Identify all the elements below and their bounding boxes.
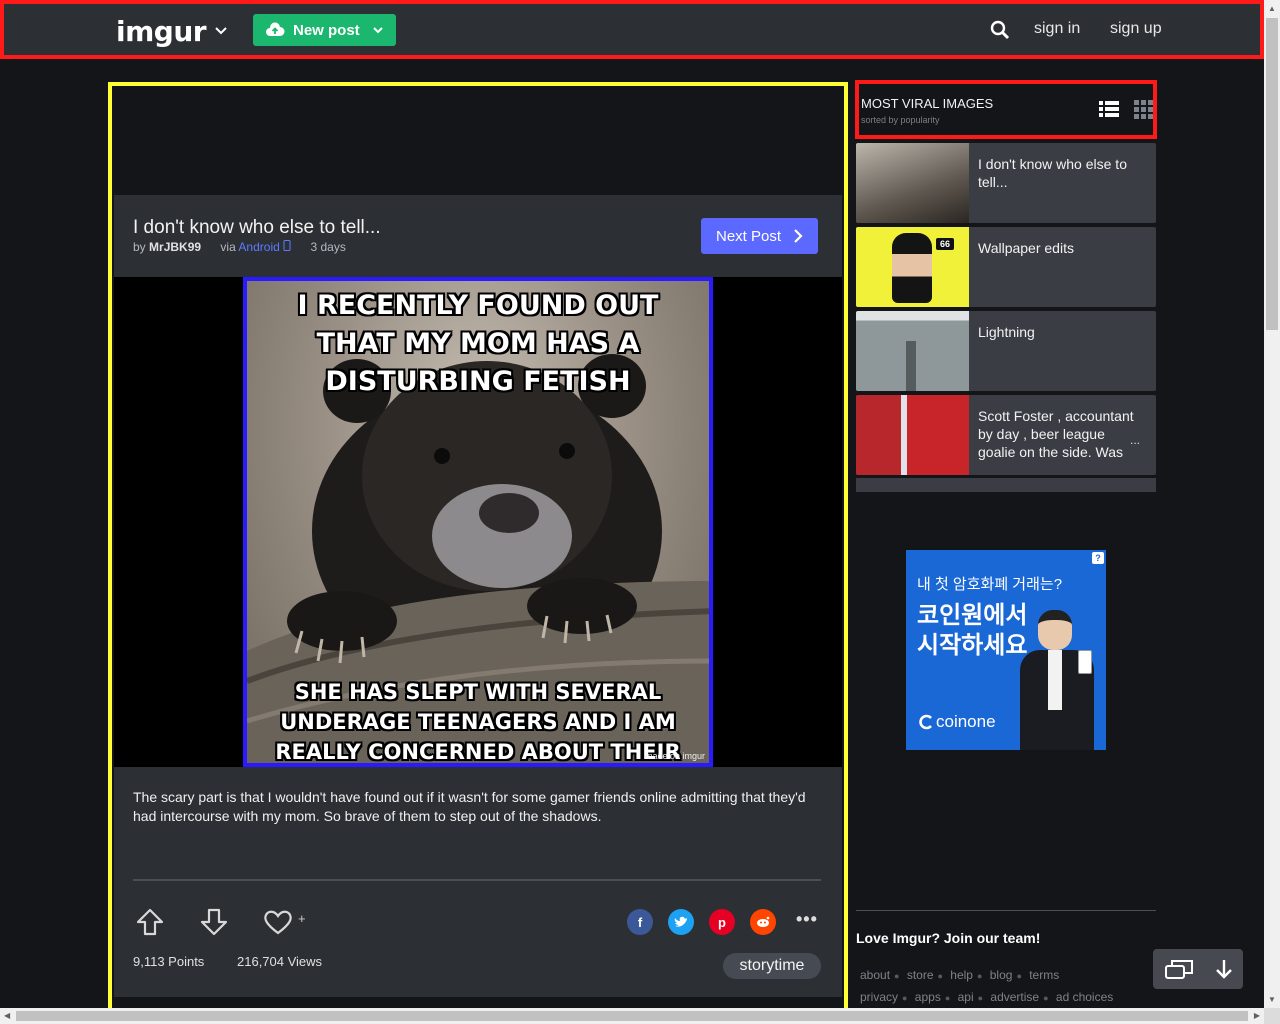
new-post-button[interactable]: New post xyxy=(253,14,396,46)
heart-icon[interactable] xyxy=(262,908,294,936)
ad-brand: coinone xyxy=(918,712,996,732)
sign-in-link[interactable]: sign in xyxy=(1034,20,1080,38)
upload-cloud-icon xyxy=(266,22,285,36)
next-post-button[interactable]: Next Post xyxy=(701,218,818,254)
sort-subtitle: sorted by popularity xyxy=(861,115,940,125)
meme-top-caption: I recently found out that my mom has a d… xyxy=(297,290,659,397)
imgur-logo[interactable]: imgur xyxy=(116,15,207,48)
viral-item-title: Lightning xyxy=(978,324,1035,340)
new-post-label: New post xyxy=(293,21,360,39)
most-viral-title: MOST VIRAL IMAGES xyxy=(861,96,994,111)
most-viral-header: MOST VIRAL IMAGES sorted by popularity xyxy=(855,80,1157,139)
scrollbar-thumb[interactable] xyxy=(16,1011,1248,1021)
post-description: The scary part is that I wouldn't have f… xyxy=(133,789,806,824)
via-platform-link[interactable]: Android xyxy=(238,240,279,254)
scroll-right-arrow-icon[interactable]: ▶ xyxy=(1254,1011,1260,1020)
advertisement[interactable]: ? 내 첫 암호화폐 거래는? 코인원에서 시작하세요 coinone xyxy=(906,550,1106,750)
footer-link-privacy[interactable]: privacy xyxy=(860,990,898,1004)
via-prefix: via xyxy=(220,240,236,254)
join-team-link[interactable]: Love Imgur? Join our team! xyxy=(856,930,1040,946)
scrollbar-thumb[interactable] xyxy=(1266,18,1278,330)
phone-icon xyxy=(283,240,291,251)
viral-item[interactable]: Scott Foster , accountant by day , beer … xyxy=(856,395,1156,475)
footer-link-terms[interactable]: terms xyxy=(1029,968,1059,982)
scroll-left-arrow-icon[interactable]: ◀ xyxy=(4,1011,10,1020)
footer-link-about[interactable]: about xyxy=(860,968,890,982)
divider xyxy=(133,879,821,881)
coinone-logo-icon xyxy=(919,714,932,730)
by-prefix: by xyxy=(133,240,146,254)
viral-item[interactable]: Lightning xyxy=(856,311,1156,391)
horizontal-scrollbar[interactable]: ◀ ▶ xyxy=(0,1008,1264,1024)
viral-item-title: Scott Foster , accountant by day , beer … xyxy=(978,408,1134,460)
footer-link-ad-choices[interactable]: ad choices xyxy=(1056,990,1113,1004)
footer-link-help[interactable]: help xyxy=(950,968,973,982)
post-meta: by MrJBK99 via Android 3 days xyxy=(133,240,346,254)
reddit-icon[interactable] xyxy=(750,909,776,935)
toggle-view-icon[interactable] xyxy=(1164,958,1194,980)
scroll-up-arrow-icon[interactable]: ▲ xyxy=(1268,4,1276,13)
viral-item[interactable]: 66 Wallpaper edits xyxy=(856,227,1156,307)
footer-links-row-2: privacy ● apps ● api ● advertise ● ad choice… xyxy=(860,990,1114,1004)
author-link[interactable]: MrJBK99 xyxy=(149,240,201,254)
floating-controls xyxy=(1153,949,1243,989)
post-description-panel: The scary part is that I wouldn't have f… xyxy=(114,767,842,997)
ad-line-1: 내 첫 암호화폐 거래는? xyxy=(917,576,1063,593)
post-image-area: I recently found out that my mom has a d… xyxy=(114,277,842,767)
top-navbar: imgur New post sign in sign up xyxy=(0,0,1264,59)
footer-link-advertise[interactable]: advertise xyxy=(990,990,1039,1004)
meme-watermark: made on imgur xyxy=(644,751,705,761)
chevron-down-icon xyxy=(372,27,383,34)
more-options-icon[interactable]: ••• xyxy=(796,909,818,930)
downvote-icon[interactable] xyxy=(199,907,229,937)
meme-image[interactable]: I recently found out that my mom has a d… xyxy=(243,277,713,767)
viral-thumbnail: 66 xyxy=(856,227,969,307)
post-ad-space xyxy=(112,86,844,194)
post-header: I don't know who else to tell... by MrJB… xyxy=(114,195,842,277)
footer-link-api[interactable]: api xyxy=(958,990,974,1004)
viral-item-peek[interactable] xyxy=(856,478,1156,492)
footer-link-apps[interactable]: apps xyxy=(915,990,941,1004)
truncation-ellipsis: ... xyxy=(1129,433,1140,447)
twitter-icon[interactable] xyxy=(668,909,694,935)
next-post-label: Next Post xyxy=(716,227,782,245)
list-view-icon[interactable] xyxy=(1099,100,1119,118)
post-title: I don't know who else to tell... xyxy=(133,217,381,238)
scrollbar-corner xyxy=(1264,1008,1280,1024)
facebook-icon[interactable]: f xyxy=(627,909,653,935)
pinterest-icon[interactable]: p xyxy=(709,909,735,935)
search-icon[interactable] xyxy=(990,20,1010,40)
viral-item-title: I don't know who else to tell... xyxy=(978,156,1127,190)
viral-item-title: Wallpaper edits xyxy=(978,240,1074,256)
upvote-icon[interactable] xyxy=(135,907,165,937)
views-count: 216,704 Views xyxy=(237,954,323,969)
footer-link-store[interactable]: store xyxy=(907,968,934,982)
meme-bottom-caption: She has slept with several underage teen… xyxy=(275,680,681,764)
points-count: 9,113 Points xyxy=(133,954,205,969)
viral-thumbnail xyxy=(856,311,969,391)
favorite-plus[interactable]: + xyxy=(298,911,306,926)
scroll-down-arrow-icon[interactable]: ▼ xyxy=(1268,995,1276,1004)
chevron-down-icon[interactable] xyxy=(213,23,229,39)
vertical-scrollbar[interactable]: ▲ ▼ xyxy=(1264,0,1280,1008)
post-age: 3 days xyxy=(310,240,346,254)
viral-item[interactable]: I don't know who else to tell... xyxy=(856,143,1156,223)
grid-view-icon[interactable] xyxy=(1134,100,1154,120)
footer-link-blog[interactable]: blog xyxy=(990,968,1013,982)
divider xyxy=(856,910,1156,911)
sign-up-link[interactable]: sign up xyxy=(1110,20,1162,38)
tag-storytime[interactable]: storytime xyxy=(723,953,821,979)
arrow-down-icon[interactable] xyxy=(1215,958,1233,980)
ad-help-icon[interactable]: ? xyxy=(1092,552,1104,564)
ad-person-image xyxy=(1016,610,1096,750)
viral-thumbnail xyxy=(856,395,969,475)
footer-links-row-1: about ● store ● help ● blog ● terms xyxy=(860,968,1060,982)
viral-thumbnail xyxy=(856,143,969,223)
ad-brand-name: coinone xyxy=(936,712,996,731)
chevron-right-icon xyxy=(794,229,803,243)
comment-count-badge: 66 xyxy=(936,238,955,250)
ad-line-3: 시작하세요 xyxy=(917,632,1028,659)
